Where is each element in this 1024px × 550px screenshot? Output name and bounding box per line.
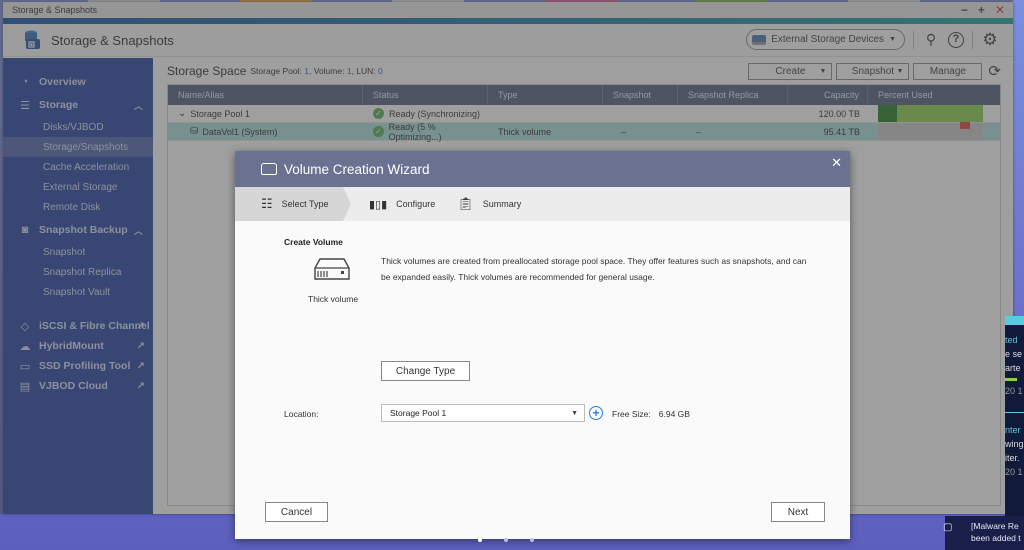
desktop-page-indicator bbox=[478, 538, 534, 542]
page-dot[interactable] bbox=[504, 538, 508, 542]
close-icon[interactable]: ✕ bbox=[831, 155, 842, 171]
step-configure: ▮▯▮ Configure bbox=[343, 187, 435, 221]
free-size-label: Free Size: bbox=[612, 409, 651, 419]
next-button[interactable]: Next bbox=[771, 502, 825, 522]
page-dot[interactable] bbox=[530, 538, 534, 542]
toast-line-2: been added t bbox=[971, 533, 1021, 543]
step-select-type: ☷ Select Type bbox=[235, 187, 351, 221]
notification-icon: ▢ bbox=[943, 522, 953, 533]
clipboard-icon: 📋︎ bbox=[457, 196, 474, 211]
toast-line-1: [Malware Re bbox=[971, 521, 1019, 531]
wizard-body: Create Volume Thick volume Thick volumes… bbox=[235, 221, 850, 539]
notification-toast[interactable]: ▢ [Malware Re been added t bbox=[943, 516, 1024, 550]
wizard-steps: ☷ Select Type ▮▯▮ Configure 📋︎ Summary bbox=[235, 187, 850, 221]
add-pool-icon[interactable]: + bbox=[589, 406, 603, 420]
wizard-header: Volume Creation Wizard ✕ bbox=[235, 151, 850, 187]
step-label: Summary bbox=[482, 199, 522, 209]
step-label: Select Type bbox=[281, 199, 329, 209]
section-label: Create Volume bbox=[284, 237, 343, 247]
location-select[interactable]: Storage Pool 1 ▼ bbox=[381, 404, 585, 422]
location-label: Location: bbox=[284, 409, 319, 419]
step-label: Configure bbox=[396, 199, 436, 209]
location-value: Storage Pool 1 bbox=[390, 408, 447, 418]
volume-icon bbox=[261, 163, 277, 175]
volume-creation-wizard: Volume Creation Wizard ✕ ☷ Select Type ▮… bbox=[235, 151, 850, 539]
notification-panel[interactable]: ted e se arte 20 1 nter wing iter. 20 1 bbox=[1005, 316, 1024, 538]
volume-type-description: Thick volumes are created from prealloca… bbox=[381, 256, 807, 282]
wizard-title: Volume Creation Wizard bbox=[284, 161, 430, 177]
free-size: Free Size: 6.94 GB bbox=[612, 409, 690, 419]
free-size-value: 6.94 GB bbox=[658, 409, 690, 419]
cancel-button[interactable]: Cancel bbox=[265, 502, 328, 522]
step-summary: 📋︎ Summary bbox=[435, 187, 521, 221]
configure-icon: ▮▯▮ bbox=[369, 198, 388, 211]
page-dot[interactable] bbox=[478, 538, 482, 542]
volume-type-label: Thick volume bbox=[308, 294, 359, 304]
thick-volume-icon bbox=[314, 258, 350, 280]
list-icon: ☷ bbox=[261, 196, 273, 211]
change-type-button[interactable]: Change Type bbox=[381, 361, 470, 381]
dropdown-caret-icon: ▼ bbox=[571, 409, 578, 417]
